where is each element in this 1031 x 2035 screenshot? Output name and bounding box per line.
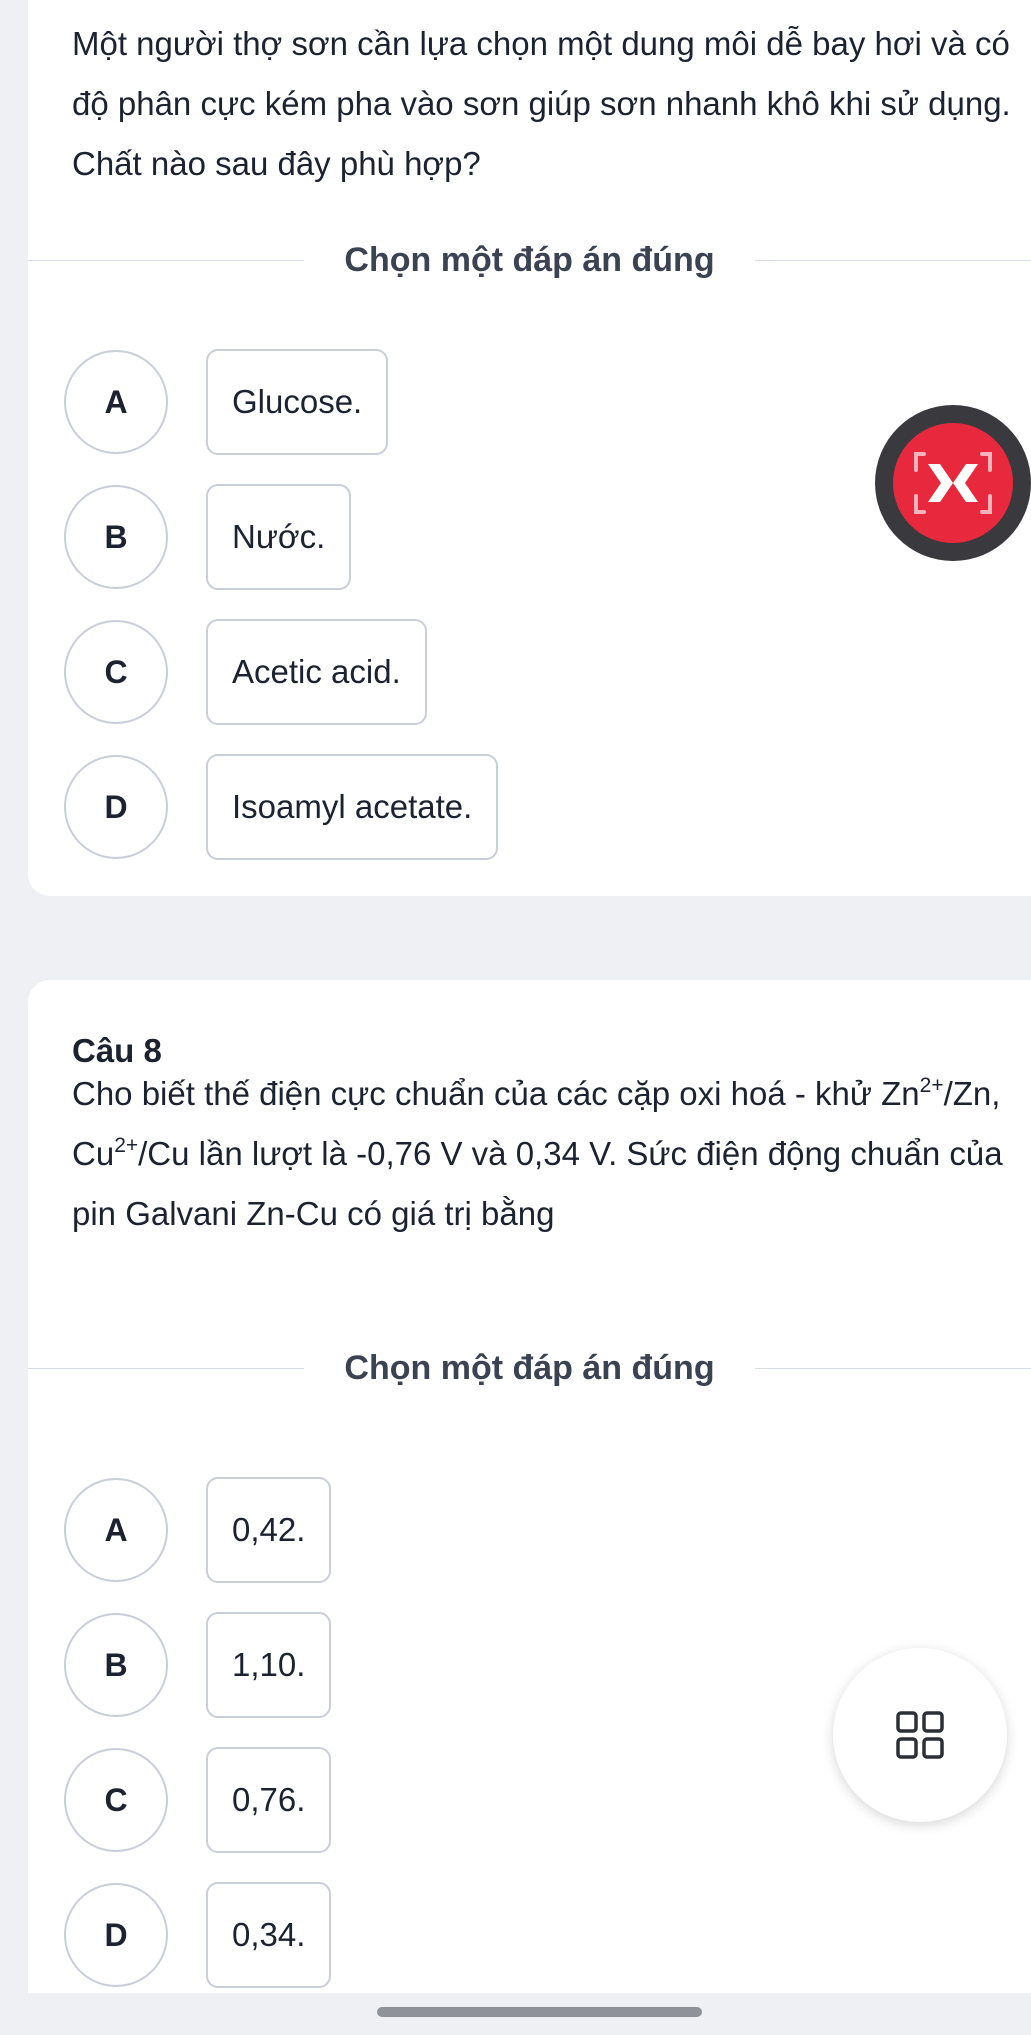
option-letter[interactable]: B <box>64 1613 168 1717</box>
option-a[interactable]: A 0,42. <box>64 1476 332 1584</box>
option-d[interactable]: D 0,34. <box>64 1881 332 1989</box>
option-letter[interactable]: C <box>64 1748 168 1852</box>
floating-menu-button[interactable] <box>833 1648 1007 1822</box>
option-answer[interactable]: 0,76. <box>206 1747 332 1853</box>
answer-prompt-divider: Chọn một đáp án đúng <box>28 1348 1031 1388</box>
divider-line-right <box>754 259 1031 261</box>
option-answer[interactable]: Nước. <box>206 484 352 590</box>
superscript: 2+ <box>114 1134 139 1157</box>
option-answer[interactable]: Isoamyl acetate. <box>206 754 499 860</box>
option-answer[interactable]: 0,42. <box>206 1477 332 1583</box>
answer-prompt: Chọn một đáp án đúng <box>344 1348 715 1387</box>
option-letter[interactable]: A <box>64 350 168 454</box>
superscript: 2+ <box>919 1074 944 1097</box>
scan-bracket-icon <box>914 452 992 514</box>
option-b[interactable]: B Nước. <box>64 483 352 591</box>
question-text: Cho biết thế điện cực chuẩn của các cặp … <box>72 1064 1011 1244</box>
grid-menu-icon <box>896 1711 944 1759</box>
question-text-part: Cho biết thế điện cực chuẩn của các cặp … <box>72 1075 920 1112</box>
option-letter[interactable]: A <box>64 1478 168 1582</box>
divider-line-left <box>28 259 305 261</box>
option-answer[interactable]: 0,34. <box>206 1882 332 1988</box>
question-card-8: Câu 8 Cho biết thế điện cực chuẩn của cá… <box>28 980 1031 1993</box>
floating-scan-button[interactable] <box>875 405 1031 561</box>
option-letter[interactable]: B <box>64 485 168 589</box>
answer-prompt: Chọn một đáp án đúng <box>344 240 715 279</box>
home-indicator[interactable] <box>377 2007 702 2017</box>
question-card-7: Một người thợ sơn cần lựa chọn một dung … <box>28 0 1031 896</box>
option-letter[interactable]: D <box>64 1883 168 1987</box>
answer-prompt-divider: Chọn một đáp án đúng <box>28 240 1031 280</box>
question-text-part: /Cu lần lượt là -0,76 V và 0,34 V. Sức đ… <box>72 1135 1003 1232</box>
option-b[interactable]: B 1,10. <box>64 1611 332 1719</box>
divider-line-left <box>28 1367 305 1369</box>
question-text: Một người thợ sơn cần lựa chọn một dung … <box>72 25 1011 182</box>
option-answer[interactable]: 1,10. <box>206 1612 332 1718</box>
option-c[interactable]: C Acetic acid. <box>64 618 427 726</box>
option-letter[interactable]: C <box>64 620 168 724</box>
option-answer[interactable]: Glucose. <box>206 349 389 455</box>
option-answer[interactable]: Acetic acid. <box>206 619 427 725</box>
option-c[interactable]: C 0,76. <box>64 1746 332 1854</box>
floating-scan-button-inner[interactable] <box>893 423 1013 543</box>
divider-line-right <box>754 1367 1031 1369</box>
option-d[interactable]: D Isoamyl acetate. <box>64 753 499 861</box>
option-a[interactable]: A Glucose. <box>64 348 389 456</box>
option-letter[interactable]: D <box>64 755 168 859</box>
